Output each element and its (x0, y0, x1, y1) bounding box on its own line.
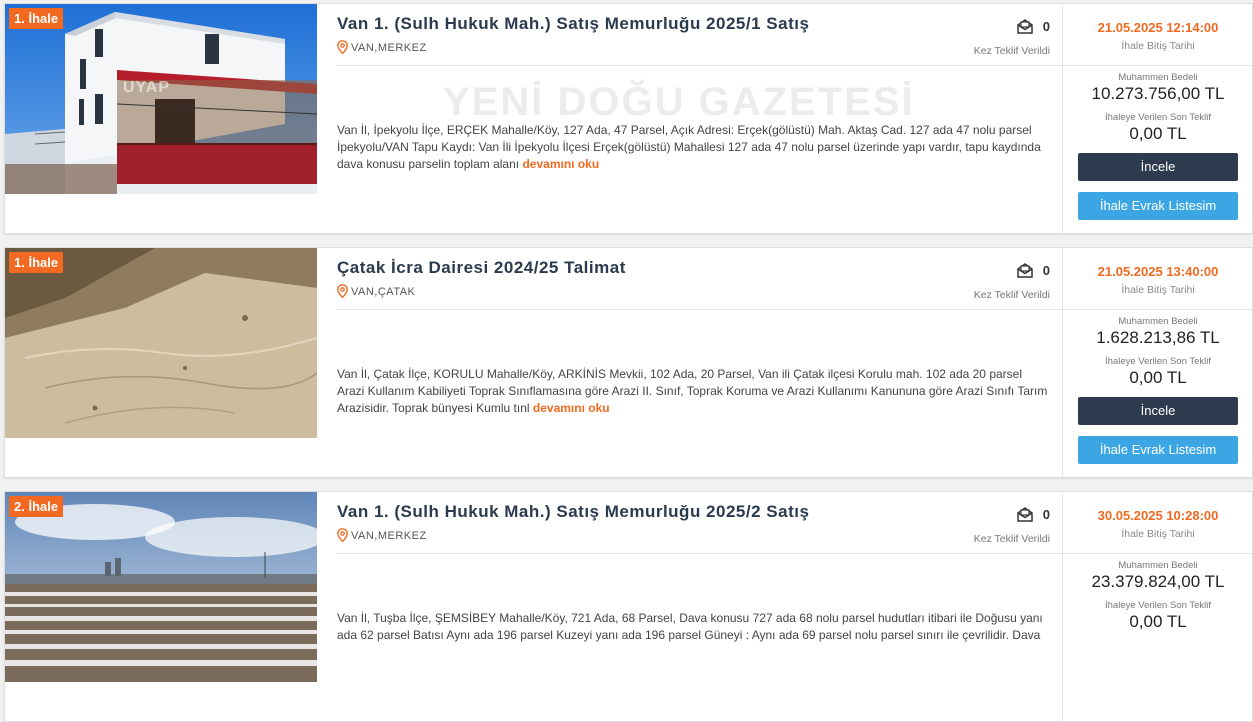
location-pin-icon (337, 528, 348, 545)
inspect-button[interactable]: İncele (1078, 397, 1238, 425)
bid-count-box: 0 Kez Teklif Verildi (974, 506, 1050, 545)
estimated-value-label: Muhammen Bedeli (1118, 72, 1198, 83)
read-more-link[interactable]: devamını oku (522, 157, 599, 171)
last-bid-value: 0,00 TL (1129, 368, 1187, 387)
bid-count: 0 (1042, 19, 1050, 34)
listing-description: Van İl, Tuşba İlçe, ŞEMSİBEY Mahalle/Köy… (337, 611, 1043, 642)
listing-card: 1. İhale UYAP Van 1. (Sulh Hukuk Mah.) S… (4, 3, 1253, 234)
location-pin-icon (337, 284, 348, 301)
last-bid-label: İhaleye Verilen Son Teklif (1105, 600, 1211, 611)
inspect-button[interactable]: İncele (1078, 153, 1238, 181)
divider (1063, 65, 1253, 66)
last-bid-label: İhaleye Verilen Son Teklif (1105, 112, 1211, 123)
end-date-label: İhale Bitiş Tarihi (1121, 528, 1195, 540)
listing-title[interactable]: Van 1. (Sulh Hukuk Mah.) Satış Memurluğu… (337, 14, 809, 34)
listing-description: Van İl, Çatak İlçe, KORULU Mahalle/Köy, … (337, 367, 1048, 415)
divider (1063, 309, 1253, 310)
auction-round-badge: 2. İhale (9, 496, 64, 517)
bid-count-box: 0 Kez Teklif Verildi (974, 18, 1050, 57)
last-bid-value: 0,00 TL (1129, 612, 1187, 631)
listing-title[interactable]: Van 1. (Sulh Hukuk Mah.) Satış Memurluğu… (337, 502, 809, 522)
estimated-value: 23.379.824,00 TL (1091, 572, 1225, 591)
listing-location: VAN,ÇATAK (337, 284, 415, 301)
bid-count-label: Kez Teklif Verildi (973, 289, 1050, 301)
listing-photo[interactable]: 2. İhale (5, 492, 317, 682)
end-date-label: İhale Bitiş Tarihi (1121, 284, 1195, 296)
location-pin-icon (337, 40, 348, 57)
bid-count-label: Kez Teklif Verildi (973, 45, 1050, 57)
last-bid-value: 0,00 TL (1129, 124, 1187, 143)
listing-card: 1. İhale Çatak İcra Dairesi 2024/25 Tali… (4, 247, 1253, 478)
document-list-button[interactable]: İhale Evrak Listesim (1078, 436, 1238, 464)
auction-round-badge: 1. İhale (9, 8, 64, 29)
divider (337, 65, 1062, 66)
listing-description: Van İl, İpekyolu İlçe, ERÇEK Mahalle/Köy… (337, 123, 1041, 171)
envelope-icon (1017, 19, 1033, 39)
bid-count: 0 (1042, 507, 1050, 522)
bid-count-label: Kez Teklif Verildi (973, 533, 1050, 545)
listing-details: Çatak İcra Dairesi 2024/25 Talimat VAN,Ç… (317, 248, 1062, 477)
end-date: 21.05.2025 13:40:00 (1097, 264, 1219, 279)
end-date: 30.05.2025 10:28:00 (1097, 508, 1219, 523)
listing-location: VAN,MERKEZ (337, 528, 427, 545)
bid-count: 0 (1042, 263, 1050, 278)
location-text: VAN,MERKEZ (351, 42, 427, 54)
listing-location: VAN,MERKEZ (337, 40, 427, 57)
listing-photo[interactable]: 1. İhale UYAP (5, 4, 317, 194)
listing-summary: 30.05.2025 10:28:00 İhale Bitiş Tarihi M… (1062, 492, 1253, 721)
estimated-value: 1.628.213,86 TL (1096, 328, 1220, 347)
bid-count-box: 0 Kez Teklif Verildi (974, 262, 1050, 301)
location-text: VAN,MERKEZ (351, 530, 427, 542)
location-text: VAN,ÇATAK (351, 286, 416, 298)
auction-round-badge: 1. İhale (9, 252, 64, 273)
listing-details: Van 1. (Sulh Hukuk Mah.) Satış Memurluğu… (317, 4, 1062, 233)
estimated-value-label: Muhammen Bedeli (1118, 560, 1198, 571)
estimated-value: 10.273.756,00 TL (1091, 84, 1225, 103)
listing-card: 2. İhale Van 1. (Sulh Hukuk Mah.) Satış … (4, 491, 1253, 722)
photo-watermark: UYAP (123, 79, 170, 96)
envelope-icon (1017, 263, 1033, 283)
listing-summary: 21.05.2025 13:40:00 İhale Bitiş Tarihi M… (1062, 248, 1253, 477)
listing-photo[interactable]: 1. İhale (5, 248, 317, 438)
read-more-link[interactable]: devamını oku (533, 401, 610, 415)
last-bid-label: İhaleye Verilen Son Teklif (1105, 356, 1211, 367)
divider (337, 309, 1062, 310)
gazette-watermark: YENİ DOĞU GAZETESİ (443, 80, 915, 124)
divider (1063, 553, 1253, 554)
document-list-button[interactable]: İhale Evrak Listesim (1078, 192, 1238, 220)
listing-summary: 21.05.2025 12:14:00 İhale Bitiş Tarihi M… (1062, 4, 1253, 233)
end-date: 21.05.2025 12:14:00 (1097, 20, 1219, 35)
listing-details: Van 1. (Sulh Hukuk Mah.) Satış Memurluğu… (317, 492, 1062, 721)
envelope-icon (1017, 507, 1033, 527)
end-date-label: İhale Bitiş Tarihi (1121, 40, 1195, 52)
estimated-value-label: Muhammen Bedeli (1118, 316, 1198, 327)
listing-title[interactable]: Çatak İcra Dairesi 2024/25 Talimat (337, 258, 626, 278)
divider (337, 553, 1062, 554)
